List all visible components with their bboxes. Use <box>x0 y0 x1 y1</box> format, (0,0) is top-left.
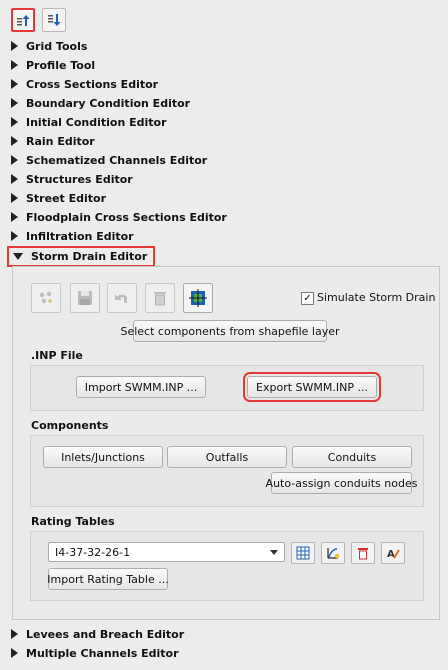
delete-button[interactable] <box>145 283 175 313</box>
rating-table-value: I4-37-32-26-1 <box>55 545 131 559</box>
expand-arrow-icon <box>11 60 18 70</box>
section-profile-tool[interactable]: Profile Tool <box>11 56 95 74</box>
collapse-up-icon <box>17 15 30 26</box>
section-structures-editor[interactable]: Structures Editor <box>11 170 133 188</box>
section-storm-drain-editor[interactable]: Storm Drain Editor <box>7 246 156 267</box>
select-components-button[interactable]: Select components from shapefile layer <box>120 320 340 342</box>
section-initial-condition-editor[interactable]: Initial Condition Editor <box>11 113 167 131</box>
curve-add-icon <box>327 548 340 559</box>
inp-file-group: Import SWMM.INP ... Export SWMM.INP ... <box>30 365 424 411</box>
section-grid-tools[interactable]: Grid Tools <box>11 37 87 55</box>
expand-arrow-icon <box>11 79 18 89</box>
expand-arrow-icon <box>11 155 18 165</box>
expand-arrow-icon <box>11 231 18 241</box>
expand-arrow-icon <box>11 174 18 184</box>
rename-rating-table-button[interactable]: A <box>381 542 405 564</box>
delete-rating-table-button[interactable] <box>351 542 375 564</box>
trash-icon <box>358 548 368 560</box>
save-button[interactable] <box>70 283 100 313</box>
expand-all-button[interactable] <box>42 8 66 32</box>
import-swmm-button[interactable]: Import SWMM.INP ... <box>76 376 206 398</box>
section-label: Floodplain Cross Sections Editor <box>26 210 227 224</box>
expand-arrow-icon <box>11 212 18 222</box>
grid-target-icon <box>189 289 207 307</box>
rating-tables-group: I4-37-32-26-1 A Import Rating Table ... <box>30 531 424 601</box>
expand-arrow-icon <box>11 117 18 127</box>
section-label: Grid Tools <box>26 39 88 53</box>
section-multiple-channels-editor[interactable]: Multiple Channels Editor <box>11 644 179 662</box>
section-label: Profile Tool <box>26 58 96 72</box>
add-rating-table-button[interactable] <box>321 542 345 564</box>
inp-file-label: .INP File <box>31 349 83 362</box>
rename-icon: A <box>387 549 400 560</box>
section-floodplain-cross-sections-editor[interactable]: Floodplain Cross Sections Editor <box>11 208 227 226</box>
components-label: Components <box>31 419 109 432</box>
section-label: Storm Drain Editor <box>31 250 148 263</box>
expand-arrow-icon <box>11 629 18 639</box>
collapse-arrow-icon <box>13 253 23 260</box>
undo-icon <box>115 294 127 303</box>
storm-drain-panel: ✓ Simulate Storm Drain Select components… <box>12 266 440 620</box>
trash-icon <box>154 292 166 306</box>
rating-tables-label: Rating Tables <box>31 515 115 528</box>
conduits-button[interactable]: Conduits <box>292 446 412 468</box>
section-label: Multiple Channels Editor <box>26 646 179 660</box>
svg-text:A: A <box>387 549 395 560</box>
expand-arrow-icon <box>11 193 18 203</box>
inlets-junctions-button[interactable]: Inlets/Junctions <box>43 446 163 468</box>
expand-arrow-icon <box>11 136 18 146</box>
outfalls-button[interactable]: Outfalls <box>167 446 287 468</box>
undo-button[interactable] <box>107 283 137 313</box>
collapse-all-button[interactable] <box>11 8 35 32</box>
section-cross-sections-editor[interactable]: Cross Sections Editor <box>11 75 158 93</box>
section-label: Boundary Condition Editor <box>26 96 191 110</box>
section-levees-breach-editor[interactable]: Levees and Breach Editor <box>11 625 184 643</box>
rating-table-select[interactable]: I4-37-32-26-1 <box>48 542 285 562</box>
section-label: Initial Condition Editor <box>26 115 167 129</box>
section-label: Schematized Channels Editor <box>26 153 208 167</box>
section-boundary-condition-editor[interactable]: Boundary Condition Editor <box>11 94 190 112</box>
expand-arrow-icon <box>11 41 18 51</box>
auto-assign-conduits-button[interactable]: Auto-assign conduits nodes <box>266 472 417 494</box>
export-swmm-button[interactable]: Export SWMM.INP ... <box>243 372 381 402</box>
section-street-editor[interactable]: Street Editor <box>11 189 106 207</box>
simulate-storm-drain-label: Simulate Storm Drain <box>317 291 436 304</box>
chevron-down-icon <box>270 550 278 555</box>
section-label: Infiltration Editor <box>26 229 134 243</box>
table-icon <box>296 546 310 560</box>
add-nodes-button[interactable] <box>31 283 61 313</box>
save-icon <box>78 291 92 305</box>
simulate-storm-drain-checkbox[interactable]: ✓ <box>301 292 314 305</box>
section-label: Structures Editor <box>26 172 133 186</box>
nodes-icon <box>39 291 52 304</box>
schematize-button[interactable] <box>183 283 213 313</box>
section-label: Levees and Breach Editor <box>26 627 185 641</box>
section-label: Cross Sections Editor <box>26 77 159 91</box>
import-rating-table-button[interactable]: Import Rating Table ... <box>47 568 169 590</box>
section-schematized-channels-editor[interactable]: Schematized Channels Editor <box>11 151 207 169</box>
section-label: Street Editor <box>26 191 107 205</box>
expand-arrow-icon <box>11 98 18 108</box>
section-label: Rain Editor <box>26 134 95 148</box>
section-rain-editor[interactable]: Rain Editor <box>11 132 95 150</box>
expand-arrow-icon <box>11 648 18 658</box>
expand-down-icon <box>48 14 61 26</box>
section-infiltration-editor[interactable]: Infiltration Editor <box>11 227 134 245</box>
open-table-button[interactable] <box>291 542 315 564</box>
components-group: Inlets/Junctions Outfalls Conduits Auto-… <box>30 435 424 507</box>
